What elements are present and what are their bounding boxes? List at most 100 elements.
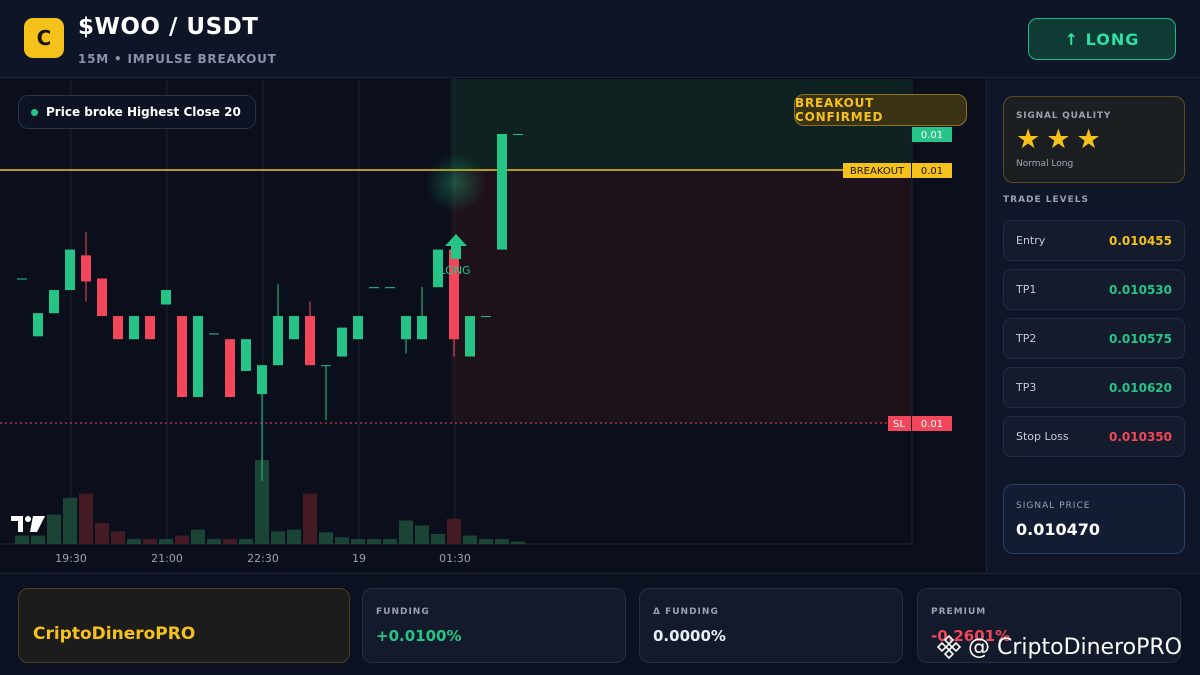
candle-body (385, 287, 395, 289)
candle (401, 316, 411, 354)
signal-price-value: 0.010470 (1016, 520, 1101, 539)
candle-body (129, 316, 139, 340)
candle (113, 316, 123, 340)
candle (481, 316, 491, 318)
candle-body (481, 316, 491, 318)
candle (177, 316, 187, 397)
candle-body (289, 316, 299, 340)
volume-bar (399, 520, 413, 544)
candle-body (513, 134, 523, 135)
candle (209, 333, 219, 335)
level-row-stop-loss: Stop Loss 0.010350 (1003, 416, 1185, 457)
sl-label: SL (893, 419, 905, 430)
long-marker-label: LONG (439, 264, 470, 277)
x-tick: 21:00 (151, 552, 183, 565)
volume-bar (175, 535, 189, 544)
candle-body (97, 278, 107, 317)
candle (305, 301, 315, 366)
level-value: 0.010575 (1108, 331, 1172, 346)
trade-levels-title: TRADE LEVELS (1003, 195, 1089, 205)
volume-bar (143, 538, 157, 544)
volume-bar (319, 532, 333, 544)
funding-card: FUNDING +0.0100% (362, 588, 626, 663)
volume-bar (47, 514, 61, 544)
star-icon: ★ (1046, 124, 1071, 155)
candle (417, 287, 427, 340)
candle (465, 316, 475, 357)
tradingview-logo-icon (11, 516, 45, 532)
volume-bar (415, 525, 429, 544)
breakout-price-value: 0.01 (921, 166, 943, 177)
signal-quality-card: SIGNAL QUALITY ★ ★ ★ Normal Long (1003, 96, 1185, 183)
x-tick: 19:30 (55, 552, 87, 565)
candle (337, 327, 347, 357)
brand-name: CriptoDineroPRO (33, 624, 196, 644)
binance-logo-icon (936, 634, 962, 660)
direction-label: ↑ LONG (1064, 29, 1140, 49)
volume-bar (191, 529, 205, 544)
signal-sidebar: SIGNAL QUALITY ★ ★ ★ Normal Long TRADE L… (986, 79, 1200, 573)
candle (513, 134, 523, 135)
volume-bar (63, 497, 77, 544)
level-value: 0.010455 (1108, 233, 1172, 248)
candle-body (305, 316, 315, 366)
long-direction-button[interactable]: ↑ LONG (1028, 18, 1176, 60)
level-label: Entry (1016, 234, 1046, 247)
level-label: TP1 (1016, 283, 1037, 296)
level-row-tp2: TP2 0.010575 (1003, 318, 1185, 359)
volume-bar (383, 538, 397, 544)
volume-bar (95, 523, 109, 544)
watermark: @ CriptoDineroPRO (936, 634, 1182, 660)
volume-bar (31, 535, 45, 544)
volume-bar (159, 538, 173, 544)
volume-bar (239, 538, 253, 544)
volume-bars (15, 460, 525, 544)
level-row-tp3: TP3 0.010620 (1003, 367, 1185, 408)
volume-bar (287, 529, 301, 544)
candle (353, 316, 363, 340)
volume-bar (207, 538, 221, 544)
risk-zone (451, 170, 911, 423)
volume-bar (447, 518, 461, 544)
stat-value: +0.0100% (376, 627, 462, 645)
x-tick: 19 (352, 552, 366, 565)
signal-price-card: SIGNAL PRICE 0.010470 (1003, 484, 1185, 554)
price-chart[interactable]: LONG 0.01 BREAKOUT 0.01 SL 0.01 19:30 21… (0, 79, 985, 573)
breakout-info-pill: Price broke Highest Close 20 (18, 95, 256, 129)
candle-body (353, 316, 363, 340)
star-icon: ★ (1076, 124, 1101, 155)
candle (97, 278, 107, 317)
volume-bar (431, 533, 445, 544)
candle (81, 232, 91, 302)
candle (33, 313, 43, 337)
volume-bar (351, 538, 365, 544)
candle (145, 316, 155, 340)
candle (369, 287, 379, 289)
level-label: Stop Loss (1016, 430, 1069, 443)
volume-bar (223, 538, 237, 544)
signal-quality-title: SIGNAL QUALITY (1016, 111, 1112, 121)
top-header: C $WOO / USDT 15M • IMPULSE BREAKOUT ↑ L… (0, 0, 1200, 78)
signal-price-title: SIGNAL PRICE (1016, 501, 1091, 511)
candle-body (369, 287, 379, 289)
volume-bar (271, 531, 285, 544)
watermark-text: @ CriptoDineroPRO (968, 634, 1182, 660)
volume-bar (127, 538, 141, 544)
candle-body (193, 316, 203, 397)
timeframe-subtitle: 15M • IMPULSE BREAKOUT (78, 52, 277, 66)
candle-body (241, 339, 251, 371)
brand-logo: C (24, 18, 64, 58)
level-row-entry: Entry 0.010455 (1003, 220, 1185, 261)
candle (225, 339, 235, 397)
candle-body (257, 365, 267, 395)
candle-body (49, 290, 59, 314)
signal-quality-subtitle: Normal Long (1016, 159, 1074, 169)
volume-bar (303, 493, 317, 544)
candle-body (225, 339, 235, 397)
candle-body (161, 290, 171, 305)
breakout-label: BREAKOUT (850, 166, 905, 177)
candlestick-chart[interactable]: LONG 0.01 BREAKOUT 0.01 SL 0.01 19:30 21… (0, 79, 985, 573)
candle (321, 365, 331, 421)
candle (241, 339, 251, 371)
candle (17, 278, 27, 280)
